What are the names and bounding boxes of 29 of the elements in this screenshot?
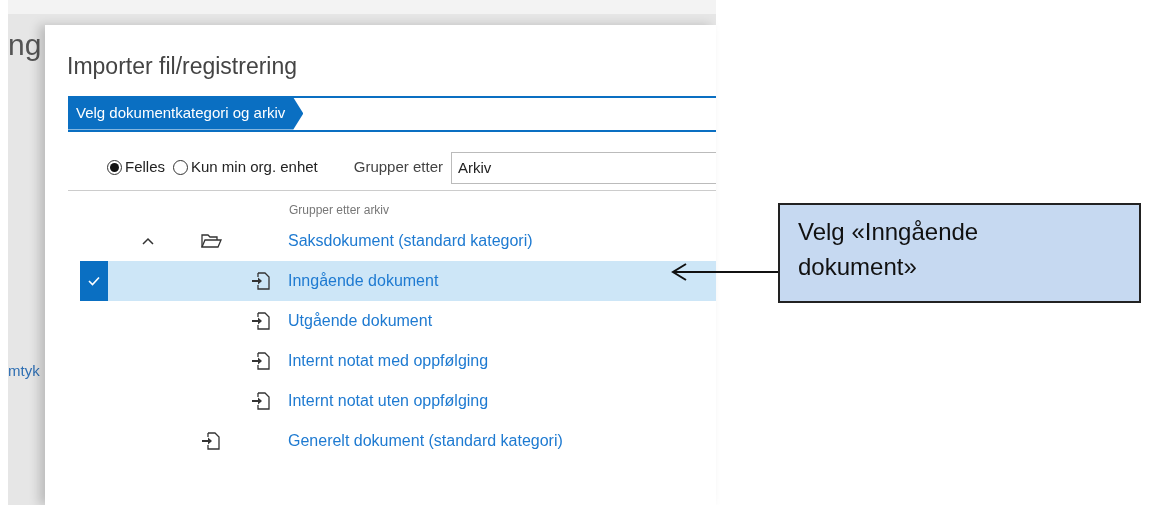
radio-label[interactable]: Kun min org. enhet: [191, 156, 318, 179]
category-link[interactable]: Internt notat uten oppfølging: [288, 388, 489, 413]
category-link[interactable]: Generelt dokument (standard kategori): [288, 428, 563, 453]
tree-row[interactable]: Saksdokument (standard kategori): [80, 220, 716, 261]
category-link[interactable]: Internt notat med oppfølging: [288, 348, 489, 373]
group-header: Grupper etter arkiv: [289, 201, 391, 219]
radio-label[interactable]: Felles: [125, 156, 165, 179]
category-link[interactable]: Saksdokument (standard kategori): [288, 228, 533, 253]
category-link[interactable]: Utgående dokument: [288, 308, 433, 333]
collapse-chevron-icon[interactable]: [142, 236, 154, 245]
tree-row[interactable]: Utgående dokument: [80, 300, 716, 341]
group-by-field[interactable]: Arkiv: [451, 151, 716, 184]
checkmark-icon: [88, 275, 100, 286]
dialog-title: Importer fil/registrering: [67, 52, 299, 81]
category-link[interactable]: Inngående dokument: [288, 268, 439, 293]
tree-row[interactable]: Internt notat uten oppfølging: [80, 380, 716, 421]
tree-row[interactable]: Generelt dokument (standard kategori): [80, 420, 716, 461]
field-label: Grupper etter: [353, 157, 443, 178]
document-import-icon: [249, 310, 272, 331]
tree-row[interactable]: Internt notat med oppfølging: [80, 340, 716, 381]
page-heading: ng: [8, 27, 42, 63]
callout-text: Velg «Inngående dokument»: [778, 203, 1141, 303]
step-tab[interactable]: Velg dokumentkategori og arkiv: [68, 97, 304, 130]
document-import-icon: [249, 270, 272, 291]
document-import-icon: [249, 390, 272, 411]
document-import-icon: [199, 430, 222, 451]
tree-row[interactable]: Inngående dokument: [80, 260, 716, 301]
document-import-icon: [249, 350, 272, 371]
link[interactable]: mtyk: [8, 360, 40, 383]
